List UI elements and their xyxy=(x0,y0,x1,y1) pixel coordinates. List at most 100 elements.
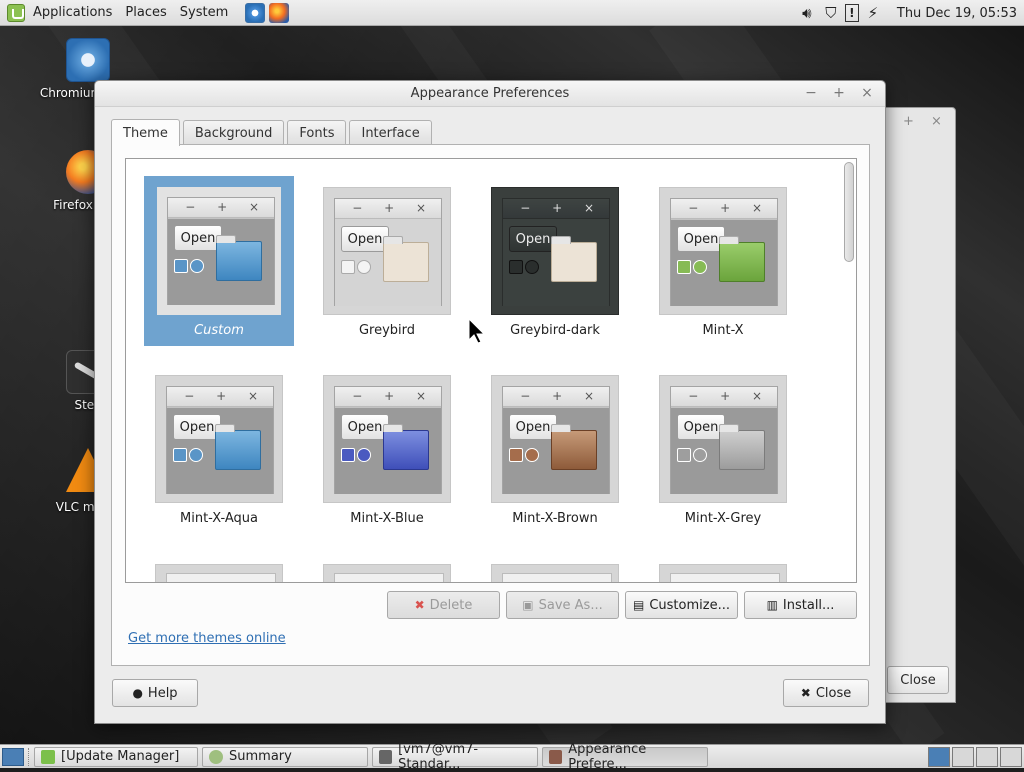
maximize-icon[interactable]: + xyxy=(903,114,914,129)
theme-item-greybird-dark[interactable]: − + × Open Greybird-dark xyxy=(480,176,630,346)
title-bar[interactable]: Appearance Preferences − + × xyxy=(95,81,885,107)
theme-item-mint-x-brown[interactable]: − + × Open Mint-X-Brown xyxy=(480,364,630,534)
theme-item-greybird[interactable]: − + × Open Greybird xyxy=(312,176,462,346)
theme-preview: − + × Open xyxy=(323,187,451,315)
install-label: Install... xyxy=(782,597,835,613)
install-button[interactable]: ▥ Install... xyxy=(744,591,857,619)
preview-open-button: Open xyxy=(677,414,725,440)
tab-background[interactable]: Background xyxy=(182,120,285,146)
tab-theme[interactable]: Theme xyxy=(111,119,180,146)
preview-radio-icon xyxy=(693,448,707,462)
theme-item-mint-x-grey[interactable]: − + × Open Mint-X-Grey xyxy=(648,364,798,534)
preview-open-button: Open xyxy=(677,226,725,252)
firefox-launcher-icon[interactable] xyxy=(269,2,290,23)
delete-button[interactable]: ✖ Delete xyxy=(387,591,500,619)
theme-item-partial[interactable] xyxy=(659,564,787,582)
terminal-icon xyxy=(379,749,393,764)
close-icon[interactable]: × xyxy=(858,84,876,102)
minimize-icon[interactable]: − xyxy=(802,84,820,102)
preview-checkbox-icon xyxy=(174,259,188,273)
maximize-icon[interactable]: + xyxy=(830,84,848,102)
vertical-scrollbar[interactable] xyxy=(843,160,855,581)
shield-icon[interactable]: ⛉ xyxy=(821,3,841,23)
show-desktop-icon[interactable] xyxy=(2,747,24,766)
theme-preview: − + × Open xyxy=(659,375,787,503)
task-appearance-preferences[interactable]: Appearance Prefere... xyxy=(542,742,708,772)
chromium-icon xyxy=(66,38,110,82)
preview-open-button: Open xyxy=(509,226,557,252)
theme-item-mint-x[interactable]: − + × Open Mint-X xyxy=(648,176,798,346)
theme-item-partial[interactable] xyxy=(323,564,451,582)
preview-window-controls: − + × xyxy=(184,389,267,403)
install-icon: ▥ xyxy=(766,598,778,612)
workspace-1[interactable] xyxy=(928,746,950,767)
preview-checkbox-icon xyxy=(341,260,355,274)
task-terminal[interactable]: [vm7@vm7-Standar... xyxy=(372,742,538,772)
help-button[interactable]: ● Help xyxy=(112,679,198,707)
preview-window-controls: − + × xyxy=(688,389,771,403)
folder-icon xyxy=(551,236,597,282)
preview-open-button: Open xyxy=(509,414,557,440)
menu-applications[interactable]: Applications xyxy=(33,5,112,20)
theme-preview: − + × Open xyxy=(155,375,283,503)
folder-icon xyxy=(719,424,765,470)
preview-radio-icon xyxy=(693,260,707,274)
close-icon[interactable]: × xyxy=(931,114,942,129)
task-summary[interactable]: Summary xyxy=(202,746,368,767)
preview-open-button: Open xyxy=(173,414,221,440)
theme-preview: − + × Open xyxy=(323,375,451,503)
appearance-icon xyxy=(549,749,563,764)
folder-icon xyxy=(383,236,429,282)
folder-icon xyxy=(719,236,765,282)
save-as-button[interactable]: ▣ Save As... xyxy=(506,591,619,619)
theme-item-custom[interactable]: − + × Open Custom xyxy=(144,176,294,346)
preview-radio-icon xyxy=(525,448,539,462)
customize-button[interactable]: ▤ Customize... xyxy=(625,591,738,619)
workspace-3[interactable] xyxy=(976,746,998,767)
scrollbar-thumb[interactable] xyxy=(844,162,854,262)
theme-preview: − + × Open xyxy=(659,187,787,315)
system-tray: 🔊︎ ⛉ ! ⚡︎ Thu Dec 19, 05:53 xyxy=(793,0,1024,26)
mouse-cursor-icon xyxy=(468,318,486,344)
menu-system[interactable]: System xyxy=(180,5,228,20)
theme-list[interactable]: − + × Open Custom − + × Open Greybird − … xyxy=(125,158,857,583)
background-window: + × Close xyxy=(880,107,956,703)
preview-window-controls: − + × xyxy=(520,389,603,403)
preview-radio-icon xyxy=(190,259,204,273)
preview-window-controls: − + × xyxy=(352,389,435,403)
close-icon: ✖ xyxy=(800,686,811,700)
theme-item-mint-x-aqua[interactable]: − + × Open Mint-X-Aqua xyxy=(144,364,294,534)
theme-preview: − + × Open xyxy=(491,187,619,315)
separator xyxy=(28,747,30,766)
workspace-4[interactable] xyxy=(1000,746,1022,767)
help-label: Help xyxy=(147,685,178,701)
mint-menu-icon[interactable] xyxy=(7,3,25,22)
customize-icon: ▤ xyxy=(633,598,645,612)
theme-name: Greybird xyxy=(358,323,416,338)
menu-places[interactable]: Places xyxy=(125,5,166,20)
close-button[interactable]: ✖ Close xyxy=(783,679,869,707)
theme-item-mint-x-blue[interactable]: − + × Open Mint-X-Blue xyxy=(312,364,462,534)
get-more-themes-link[interactable]: Get more themes online xyxy=(128,631,286,646)
workspace-2[interactable] xyxy=(952,746,974,767)
theme-item-partial[interactable] xyxy=(155,564,283,582)
close-button[interactable]: Close xyxy=(887,666,949,694)
volume-icon[interactable]: 🔊︎ xyxy=(797,3,817,23)
preview-checkbox-icon xyxy=(509,260,523,274)
tab-fonts[interactable]: Fonts xyxy=(287,120,347,146)
preview-open-button: Open xyxy=(174,225,222,251)
theme-name: Mint-X-Grey xyxy=(684,511,762,526)
chromium-launcher-icon[interactable] xyxy=(245,2,266,23)
task-update-manager[interactable]: [Update Manager] xyxy=(34,746,198,767)
theme-item-partial[interactable] xyxy=(491,564,619,582)
preview-radio-icon xyxy=(525,260,539,274)
window-title: Appearance Preferences xyxy=(410,86,570,101)
preview-checkbox-icon xyxy=(677,448,691,462)
preview-radio-icon xyxy=(189,448,203,462)
network-plug-icon[interactable]: ⚡︎ xyxy=(863,3,883,23)
preview-checkbox-icon xyxy=(341,448,355,462)
clock[interactable]: Thu Dec 19, 05:53 xyxy=(897,6,1017,21)
preview-radio-icon xyxy=(357,260,371,274)
update-alert-icon[interactable]: ! xyxy=(844,4,859,22)
tab-interface[interactable]: Interface xyxy=(349,120,432,146)
